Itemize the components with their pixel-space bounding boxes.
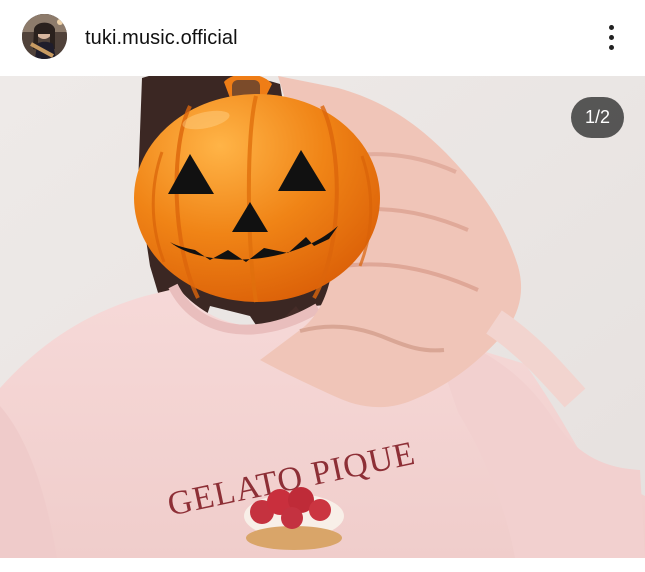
more-vertical-icon[interactable] [598,22,626,54]
username-link[interactable]: tuki.music.official [85,26,238,50]
post-photo[interactable]: GELATO PIQUE [0,76,645,558]
profile-avatar[interactable] [22,14,67,59]
carousel-counter: 1/2 [571,97,624,138]
post-header: tuki.music.official [0,0,645,76]
avatar-image [22,14,67,59]
photo-illustration: GELATO PIQUE [0,76,645,558]
bottom-strip [0,558,645,572]
